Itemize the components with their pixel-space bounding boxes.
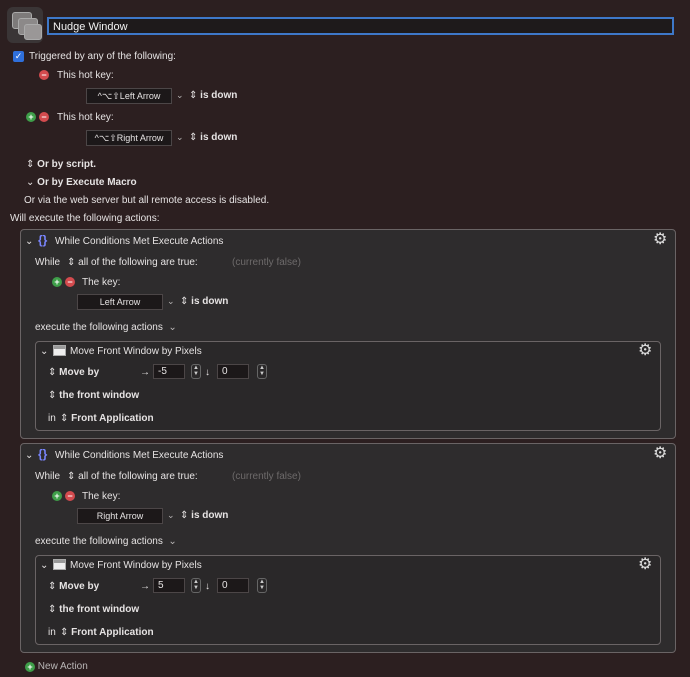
- application-select[interactable]: ⇕ Front Application: [60, 413, 154, 424]
- macro-icon[interactable]: [7, 7, 43, 43]
- updown-chevron-icon: ⇕: [180, 296, 189, 307]
- remove-trigger-button[interactable]: −: [39, 112, 49, 122]
- condition-status: (currently false): [232, 257, 301, 268]
- key-field[interactable]: Right Arrow: [77, 508, 163, 524]
- updown-chevron-icon: ⇕: [60, 627, 69, 638]
- hotkey-field[interactable]: ^⌥⇧Right Arrow: [86, 130, 172, 146]
- target-window-select[interactable]: ⇕ the front window: [48, 604, 139, 615]
- updown-chevron-icon: ⇕: [67, 257, 76, 268]
- updown-chevron-icon: ⇕: [48, 367, 57, 378]
- updown-chevron-icon: ⇕: [67, 471, 76, 482]
- down-arrow-icon: ↓: [205, 581, 210, 592]
- move-window-action-panel[interactable]: ⌄ Move Front Window by Pixels ⚙ ⇕ Move b…: [35, 555, 661, 645]
- while-label: While: [35, 471, 61, 482]
- window-icon: [53, 345, 66, 356]
- chevron-down-icon[interactable]: ⌄: [176, 132, 184, 143]
- action-title: Move Front Window by Pixels: [70, 346, 202, 357]
- updown-chevron-icon: ⇕: [60, 413, 69, 424]
- updown-chevron-icon: ⇕: [48, 581, 57, 592]
- while-label: While: [35, 257, 61, 268]
- new-action-button[interactable]: + New Action: [25, 661, 88, 672]
- hotkey-state-select[interactable]: ⇕ is down: [189, 132, 237, 143]
- updown-chevron-icon: ⇕: [189, 132, 198, 143]
- in-label: in: [48, 413, 56, 424]
- or-by-execute-macro[interactable]: ⌄ Or by Execute Macro: [26, 177, 137, 188]
- chevron-down-icon: ⌄: [165, 322, 177, 333]
- condition-scope-select[interactable]: ⇕ all of the following are true:: [67, 257, 198, 268]
- action-title: While Conditions Met Execute Actions: [55, 236, 224, 247]
- while-action-panel[interactable]: ⌄ {} While Conditions Met Execute Action…: [20, 229, 676, 439]
- dy-field[interactable]: 0: [217, 364, 249, 379]
- remove-condition-button[interactable]: −: [65, 277, 75, 287]
- action-title: While Conditions Met Execute Actions: [55, 450, 224, 461]
- trigger-heading: Triggered by any of the following:: [29, 51, 176, 62]
- key-state-select[interactable]: ⇕ is down: [180, 296, 228, 307]
- chevron-down-icon[interactable]: ⌄: [176, 90, 184, 101]
- hotkey-field[interactable]: ^⌥⇧Left Arrow: [86, 88, 172, 104]
- the-key-label: The key:: [82, 491, 121, 502]
- down-arrow-icon: ↓: [205, 367, 210, 378]
- updown-chevron-icon: ⇕: [189, 90, 198, 101]
- dx-field[interactable]: 5: [153, 578, 185, 593]
- add-condition-button[interactable]: +: [52, 491, 62, 501]
- collapse-chevron-icon[interactable]: ⌄: [40, 560, 48, 571]
- dx-field[interactable]: -5: [153, 364, 185, 379]
- chevron-down-icon: ⌄: [165, 536, 177, 547]
- braces-icon: {}: [38, 233, 48, 247]
- execute-label[interactable]: execute the following actions ⌄: [35, 322, 177, 333]
- collapse-chevron-icon[interactable]: ⌄: [40, 346, 48, 357]
- will-execute-heading: Will execute the following actions:: [10, 213, 160, 224]
- macro-name-field[interactable]: Nudge Window: [47, 17, 674, 35]
- collapse-chevron-icon[interactable]: ⌄: [25, 236, 33, 247]
- hotkey-label: This hot key:: [57, 112, 114, 123]
- dx-stepper[interactable]: ▲ ▼: [191, 364, 201, 379]
- condition-status: (currently false): [232, 471, 301, 482]
- gear-icon[interactable]: ⚙: [638, 557, 652, 573]
- updown-chevron-icon: ⇕: [26, 159, 35, 170]
- updown-chevron-icon: ⇕: [48, 604, 57, 615]
- right-arrow-icon: →: [140, 581, 150, 592]
- chevron-down-icon[interactable]: ⌄: [167, 510, 175, 521]
- execute-label[interactable]: execute the following actions ⌄: [35, 536, 177, 547]
- right-arrow-icon: →: [140, 367, 150, 378]
- chevron-down-icon[interactable]: ⌄: [167, 296, 175, 307]
- the-key-label: The key:: [82, 277, 121, 288]
- dx-stepper[interactable]: ▲ ▼: [191, 578, 201, 593]
- updown-chevron-icon: ⇕: [180, 510, 189, 521]
- move-window-action-panel[interactable]: ⌄ Move Front Window by Pixels ⚙ ⇕ Move b…: [35, 341, 661, 431]
- hotkey-state-select[interactable]: ⇕ is down: [189, 90, 237, 101]
- dy-stepper[interactable]: ▲ ▼: [257, 364, 267, 379]
- updown-chevron-icon: ⇕: [48, 390, 57, 401]
- action-title: Move Front Window by Pixels: [70, 560, 202, 571]
- key-field[interactable]: Left Arrow: [77, 294, 163, 310]
- window-icon: [53, 559, 66, 570]
- hotkey-label: This hot key:: [57, 70, 114, 81]
- remove-condition-button[interactable]: −: [65, 491, 75, 501]
- move-by-select[interactable]: ⇕ Move by: [48, 581, 99, 592]
- chevron-down-icon: ⌄: [26, 177, 35, 188]
- target-window-select[interactable]: ⇕ the front window: [48, 390, 139, 401]
- braces-icon: {}: [38, 447, 48, 461]
- web-server-note: Or via the web server but all remote acc…: [24, 195, 270, 206]
- dy-field[interactable]: 0: [217, 578, 249, 593]
- move-by-select[interactable]: ⇕ Move by: [48, 367, 99, 378]
- dy-stepper[interactable]: ▲ ▼: [257, 578, 267, 593]
- gear-icon[interactable]: ⚙: [638, 343, 652, 359]
- condition-scope-select[interactable]: ⇕ all of the following are true:: [67, 471, 198, 482]
- gear-icon[interactable]: ⚙: [653, 446, 667, 462]
- triggered-checkbox[interactable]: ✓: [13, 51, 24, 62]
- application-select[interactable]: ⇕ Front Application: [60, 627, 154, 638]
- add-trigger-button[interactable]: +: [26, 112, 36, 122]
- collapse-chevron-icon[interactable]: ⌄: [25, 450, 33, 461]
- key-state-select[interactable]: ⇕ is down: [180, 510, 228, 521]
- gear-icon[interactable]: ⚙: [653, 232, 667, 248]
- plus-icon: +: [25, 661, 35, 672]
- in-label: in: [48, 627, 56, 638]
- while-action-panel[interactable]: ⌄ {} While Conditions Met Execute Action…: [20, 443, 676, 653]
- remove-trigger-button[interactable]: −: [39, 70, 49, 80]
- add-condition-button[interactable]: +: [52, 277, 62, 287]
- or-by-script[interactable]: ⇕ Or by script.: [26, 159, 96, 170]
